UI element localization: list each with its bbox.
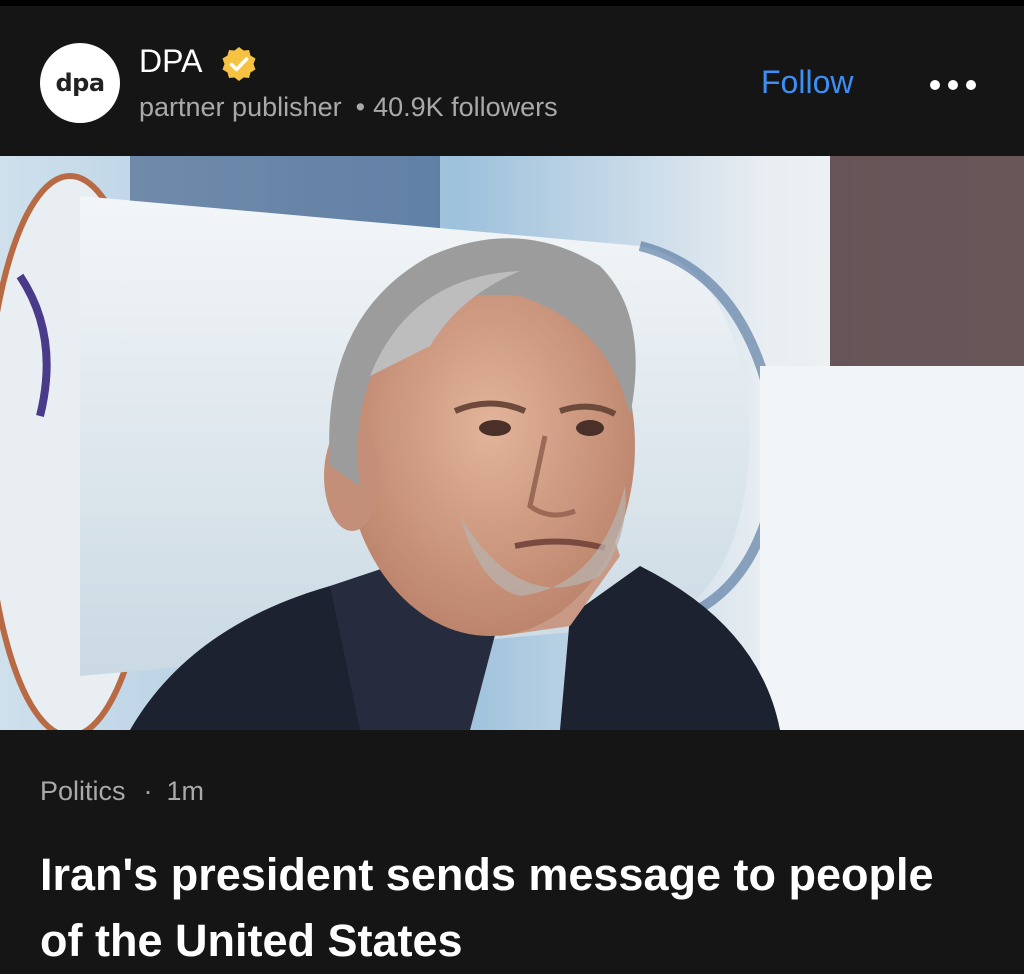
follow-button[interactable]: Follow	[761, 64, 853, 101]
publisher-name[interactable]: DPA	[139, 43, 202, 80]
article-headline[interactable]: Iran's president sends message to people…	[40, 842, 980, 974]
logo-text: dpa	[55, 69, 105, 97]
follower-count: 40.9K followers	[373, 92, 558, 122]
article-photo[interactable]	[0, 156, 1024, 730]
verified-badge-icon	[222, 47, 256, 81]
more-options-icon[interactable]	[930, 72, 980, 98]
publisher-type: partner publisher	[139, 92, 342, 122]
article-category[interactable]: Politics	[40, 776, 126, 806]
article-photo-illustration	[0, 156, 1024, 730]
publisher-logo[interactable]: dpa	[40, 43, 120, 123]
article-meta: Politics · 1m	[40, 776, 204, 807]
publisher-subtitle: partner publisher • 40.9K followers	[139, 92, 558, 123]
subtitle-separator: •	[355, 92, 366, 122]
meta-separator: ·	[143, 776, 153, 806]
publisher-header: dpa DPA partner publisher • 40.9K follower…	[0, 6, 1024, 156]
article-time: 1m	[166, 776, 205, 806]
